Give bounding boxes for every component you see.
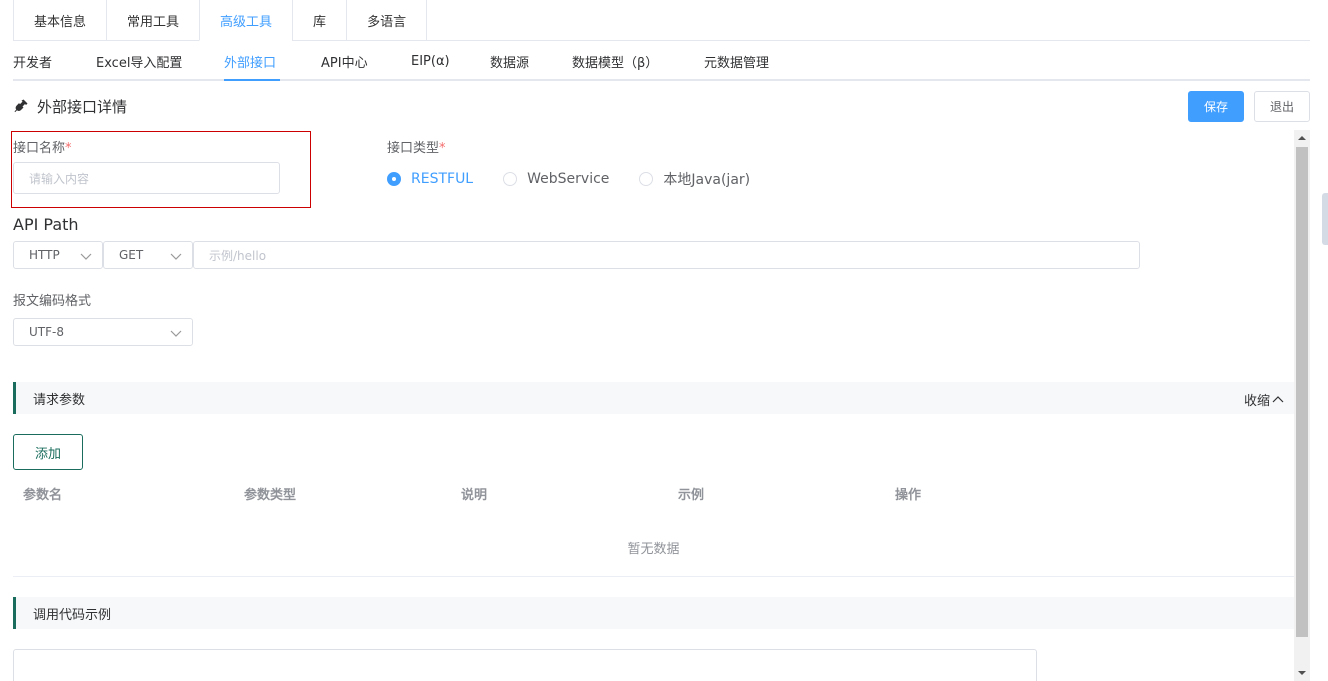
sub-tab-excel-import[interactable]: Excel导入配置 xyxy=(96,41,182,81)
save-button[interactable]: 保存 xyxy=(1188,91,1244,122)
radio-dot-icon xyxy=(503,172,518,186)
request-params-header: 请求参数 收缩 xyxy=(13,382,1294,414)
sub-tab-external-interface[interactable]: 外部接口 xyxy=(224,41,276,81)
chevron-down-icon xyxy=(80,253,92,260)
interface-type-radio-group: RESTFUL WebService 本地Java(jar) xyxy=(387,168,780,190)
method-select[interactable]: GET xyxy=(103,241,193,269)
add-param-button[interactable]: 添加 xyxy=(13,434,83,470)
top-tab-common-tools[interactable]: 常用工具 xyxy=(106,0,201,41)
radio-dot-icon xyxy=(639,172,654,186)
code-example-editor[interactable] xyxy=(13,649,1037,681)
page-title-text: 外部接口详情 xyxy=(37,97,128,116)
column-header-example: 示例 xyxy=(678,488,705,503)
chevron-up-icon xyxy=(1272,395,1284,402)
radio-restful[interactable]: RESTFUL xyxy=(387,171,473,187)
page: 基本信息 常用工具 高级工具 库 多语言 开发者 Excel导入配置 外部接口 … xyxy=(0,0,1328,681)
column-header-actions: 操作 xyxy=(895,488,922,503)
chevron-down-icon xyxy=(170,253,182,260)
top-tab-library[interactable]: 库 xyxy=(292,0,348,41)
sub-tab-developer[interactable]: 开发者 xyxy=(13,41,52,81)
exit-button[interactable]: 退出 xyxy=(1254,91,1310,122)
table-divider xyxy=(13,576,1294,577)
sub-tab-datasource[interactable]: 数据源 xyxy=(490,41,529,81)
page-title: 外部接口详情 xyxy=(13,92,127,120)
scroll-down-icon[interactable] xyxy=(1294,665,1310,681)
protocol-select[interactable]: HTTP xyxy=(13,241,103,269)
code-example-header: 调用代码示例 xyxy=(13,597,1294,629)
sub-tabs: 开发者 Excel导入配置 外部接口 API中心 EIP(α) 数据源 数据模型… xyxy=(13,41,1310,81)
sub-tab-eip[interactable]: EIP(α) xyxy=(411,41,450,81)
table-empty-text: 暂无数据 xyxy=(627,542,680,557)
interface-name-label: 接口名称* xyxy=(13,141,72,156)
encoding-select[interactable]: UTF-8 xyxy=(13,318,193,346)
side-panel-handle[interactable] xyxy=(1322,193,1328,245)
plug-icon xyxy=(14,99,28,113)
column-header-description: 说明 xyxy=(461,488,488,503)
collapse-toggle[interactable]: 收缩 xyxy=(1244,390,1284,409)
column-header-param-type: 参数类型 xyxy=(244,488,297,503)
code-example-title: 调用代码示例 xyxy=(33,607,112,623)
request-params-title: 请求参数 xyxy=(33,392,86,408)
radio-webservice[interactable]: WebService xyxy=(503,171,609,187)
column-header-param-name: 参数名 xyxy=(23,488,63,503)
interface-name-input[interactable]: 请输入内容 xyxy=(13,162,280,194)
chevron-down-icon xyxy=(170,330,182,337)
api-path-input[interactable]: 示例/hello xyxy=(193,241,1140,269)
sub-tab-data-model[interactable]: 数据模型（β） xyxy=(572,41,658,81)
radio-dot-icon xyxy=(387,172,401,186)
top-tab-multilanguage[interactable]: 多语言 xyxy=(346,0,428,41)
encoding-label: 报文编码格式 xyxy=(13,294,92,309)
top-tab-advanced-tools[interactable]: 高级工具 xyxy=(199,0,294,41)
api-path-label: API Path xyxy=(13,215,79,234)
scroll-up-icon[interactable] xyxy=(1294,130,1310,146)
radio-local-java[interactable]: 本地Java(jar) xyxy=(639,169,750,189)
active-tab-indicator xyxy=(224,79,280,81)
scrollbar-thumb[interactable] xyxy=(1296,147,1308,637)
interface-type-label: 接口类型* xyxy=(387,141,446,156)
sub-tab-metadata[interactable]: 元数据管理 xyxy=(704,41,769,81)
top-tab-basic-info[interactable]: 基本信息 xyxy=(13,0,108,41)
top-tabs: 基本信息 常用工具 高级工具 库 多语言 xyxy=(13,0,1310,41)
sub-tab-api-center[interactable]: API中心 xyxy=(321,41,368,81)
